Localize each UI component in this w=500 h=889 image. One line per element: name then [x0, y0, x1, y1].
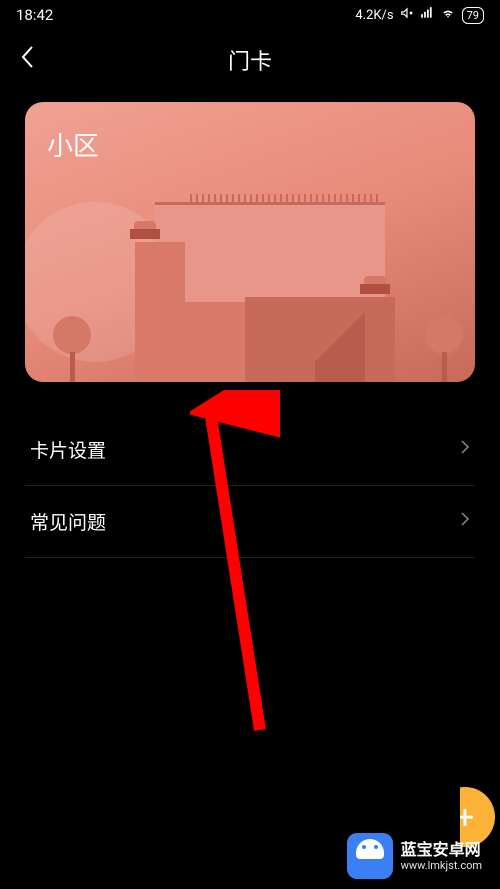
watermark-icon [347, 833, 393, 879]
planter-graphic [130, 229, 160, 239]
planter-graphic [360, 284, 390, 294]
menu-label: 卡片设置 [30, 436, 106, 463]
status-bar: 18:42 4.2K/s 79 [0, 0, 500, 30]
watermark-text: 蓝宝安卓网 www.lmkjst.com [401, 840, 482, 872]
card-label: 小区 [47, 126, 99, 163]
access-card[interactable]: 小区 [25, 102, 475, 382]
nav-bar: 门卡 [0, 30, 500, 90]
network-speed: 4.2K/s [355, 8, 393, 23]
battery-icon: 79 [462, 7, 484, 24]
status-right: 4.2K/s 79 [355, 6, 484, 24]
chevron-right-icon [460, 511, 470, 532]
mute-icon [400, 6, 414, 24]
chevron-right-icon [460, 439, 470, 460]
menu-list: 卡片设置 常见问题 [0, 394, 500, 558]
wifi-icon [440, 6, 456, 24]
tree-graphic [53, 316, 91, 382]
plus-icon: + [456, 798, 474, 836]
building-graphic [95, 182, 375, 382]
signal-icon [420, 6, 434, 24]
menu-label: 常见问题 [30, 508, 106, 535]
tree-graphic [425, 316, 463, 382]
back-button[interactable] [20, 45, 34, 76]
menu-item-faq[interactable]: 常见问题 [25, 486, 475, 558]
card-container: 小区 [0, 90, 500, 394]
page-title: 门卡 [228, 44, 272, 76]
status-time: 18:42 [16, 6, 53, 24]
watermark: 蓝宝安卓网 www.lmkjst.com [347, 833, 482, 879]
menu-item-card-settings[interactable]: 卡片设置 [25, 414, 475, 486]
